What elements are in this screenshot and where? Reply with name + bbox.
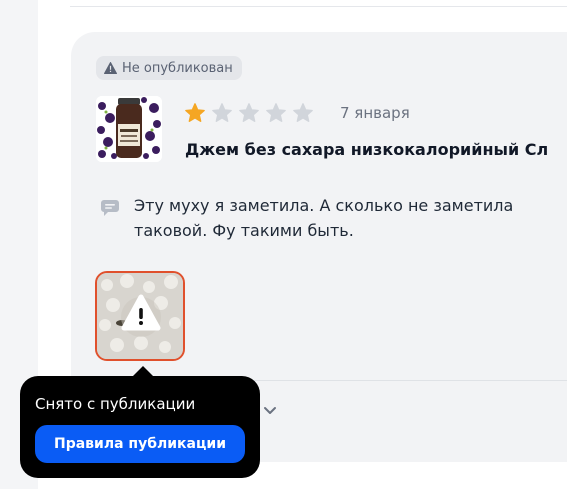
product-title-link[interactable]: Джем без сахара низкокалорийный Сл <box>185 140 567 159</box>
star-icon-empty <box>238 102 260 124</box>
star-icon-filled <box>184 102 206 124</box>
review-text: Эту муху я заметила. А сколько не замети… <box>134 193 567 243</box>
product-image[interactable] <box>96 96 162 162</box>
comment-icon <box>100 199 120 221</box>
review-text-line: Эту муху я заметила. А сколько не замети… <box>134 196 514 215</box>
rating-stars <box>184 102 314 124</box>
review-photo-thumbnail[interactable] <box>95 271 185 361</box>
star-icon-empty <box>265 102 287 124</box>
publication-rules-button[interactable]: Правила публикации <box>35 425 245 463</box>
review-text-line: таковой. Фу такими быть. <box>134 221 354 240</box>
divider-top <box>70 6 567 7</box>
star-icon-empty <box>211 102 233 124</box>
tooltip-label: Снято с публикации <box>35 395 196 413</box>
status-badge-label: Не опубликован <box>122 60 233 76</box>
status-badge: Не опубликован <box>96 56 242 80</box>
review-date: 7 января <box>340 104 410 122</box>
star-icon-empty <box>292 102 314 124</box>
chevron-down-icon <box>263 404 277 420</box>
warning-icon <box>104 62 117 74</box>
